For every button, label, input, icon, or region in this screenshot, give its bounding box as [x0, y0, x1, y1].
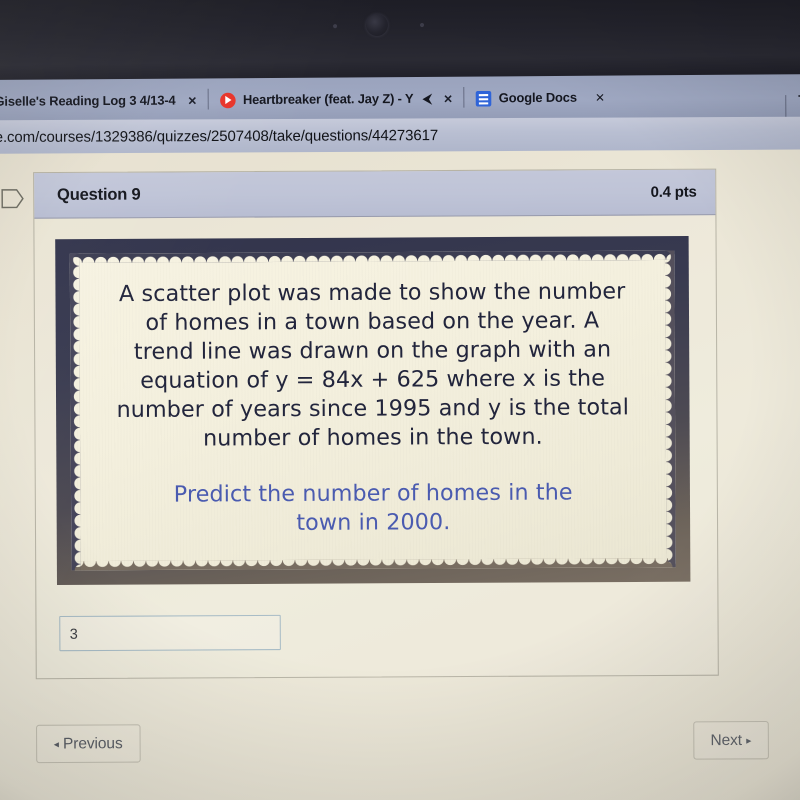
browser-tab-strip: Giselle's Reading Log 3 4/13-4/1 × Heart…: [0, 74, 800, 124]
new-tab-button[interactable]: +: [783, 84, 800, 108]
prompt-line: number of years since 1995 and y is the …: [116, 394, 630, 423]
bezel-sensor-right: [419, 22, 425, 28]
scallop-edge-left: [69, 253, 81, 570]
caret-right-icon: ▸: [746, 735, 752, 747]
question-container: Question 9 0.4 pts A scatter plot was ma…: [33, 168, 719, 679]
answer-row: [59, 612, 703, 651]
quiz-page: Question 9 0.4 pts A scatter plot was ma…: [0, 149, 800, 800]
bezel-sensor-left: [332, 24, 338, 29]
quiz-navigation: ◂ Previous Next ▸: [35, 720, 769, 764]
laptop-bezel: [0, 0, 800, 87]
laptop-screen-photo: Giselle's Reading Log 3 4/13-4/1 × Heart…: [0, 0, 800, 800]
previous-button[interactable]: ◂ Previous: [35, 724, 141, 764]
tab-title: Google Docs: [498, 90, 577, 106]
question-title: Question 9: [56, 185, 141, 204]
scallop-edge-right: [664, 250, 676, 567]
scallop-edge-bottom: [71, 557, 676, 570]
close-icon[interactable]: ×: [183, 92, 202, 109]
caret-left-icon: ◂: [53, 739, 59, 751]
url-text: ucture.com/courses/1329386/quizzes/25074…: [0, 127, 439, 147]
next-label: Next: [710, 731, 743, 750]
browser-tab-reading-log[interactable]: Giselle's Reading Log 3 4/13-4/1 ×: [0, 78, 210, 123]
question-points: 0.4 pts: [650, 183, 697, 201]
question-image-frame: A scatter plot was made to show the numb…: [55, 235, 691, 585]
google-docs-icon: [475, 90, 492, 107]
task-line: Predict the number of homes in the: [173, 479, 573, 508]
prompt-line: of homes in a town based on the year. A: [145, 307, 600, 337]
previous-label: Previous: [62, 734, 123, 753]
question-image-paper: A scatter plot was made to show the numb…: [69, 250, 676, 570]
question-task-text: Predict the number of homes in the town …: [94, 478, 653, 539]
question-header: Question 9 0.4 pts: [34, 169, 716, 219]
close-icon[interactable]: ×: [585, 89, 615, 107]
prompt-line: equation of y = 84x + 625 where x is the: [140, 365, 606, 394]
mute-icon[interactable]: ⮜: [423, 91, 432, 107]
prompt-line: A scatter plot was made to show the numb…: [118, 278, 626, 308]
close-icon[interactable]: ×: [439, 90, 458, 107]
youtube-icon: [220, 92, 236, 108]
tab-title: Heartbreaker (feat. Jay Z) - Y: [242, 91, 414, 108]
webcam-icon: [365, 14, 388, 37]
scallop-edge-top: [69, 250, 675, 264]
tab-title: Giselle's Reading Log 3 4/13-4/1: [0, 93, 176, 109]
question-prompt-text: A scatter plot was made to show the numb…: [93, 278, 653, 454]
next-button[interactable]: Next ▸: [692, 720, 769, 760]
task-line: town in 2000.: [296, 508, 451, 536]
question-body: A scatter plot was made to show the numb…: [34, 215, 717, 678]
question-image: A scatter plot was made to show the numb…: [55, 235, 691, 585]
answer-input[interactable]: [59, 614, 281, 651]
browser-tab-google-docs[interactable]: Google Docs: [465, 76, 585, 120]
browser-tab-heartbreaker[interactable]: Heartbreaker (feat. Jay Z) - Y ⮜ ×: [210, 77, 466, 122]
flag-outline-icon[interactable]: [0, 189, 25, 209]
prompt-line: number of homes in the town.: [202, 423, 543, 452]
prompt-line: trend line was drawn on the graph with a…: [133, 336, 612, 366]
